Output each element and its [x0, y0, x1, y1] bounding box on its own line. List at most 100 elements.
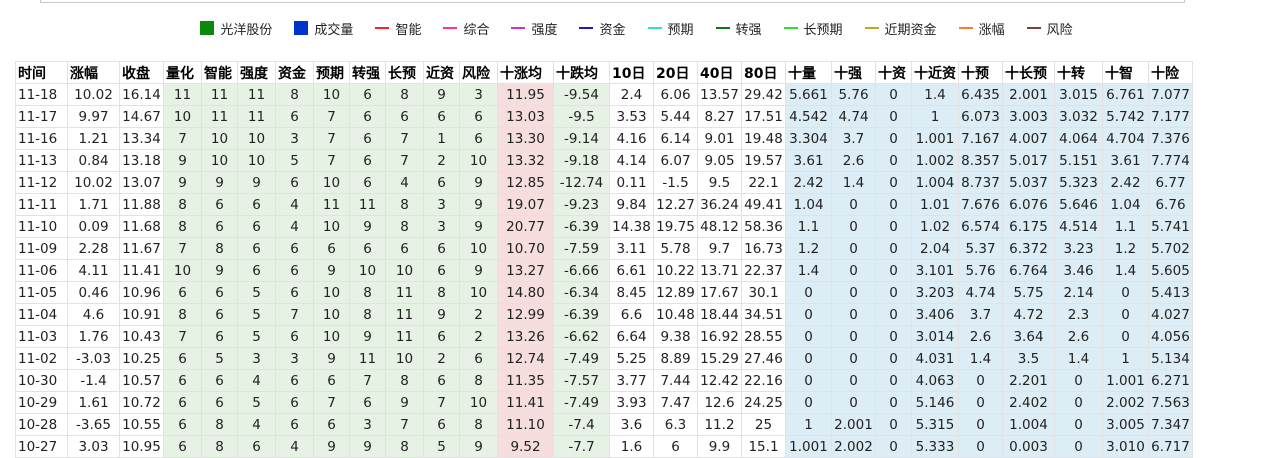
- table-cell: 12.85: [497, 171, 554, 194]
- legend-item[interactable]: 综合: [443, 18, 489, 38]
- table-cell: 29.42: [741, 83, 786, 106]
- table-cell: 1.4: [911, 83, 959, 106]
- column-header[interactable]: 十涨均: [497, 61, 554, 84]
- column-header[interactable]: 转强: [349, 61, 386, 84]
- column-header[interactable]: 40日: [697, 61, 742, 84]
- table-cell: 1.002: [911, 149, 959, 172]
- table-cell: 4.031: [911, 347, 959, 370]
- table-cell: 3.03: [67, 435, 120, 458]
- table-cell: 1.1: [785, 215, 832, 238]
- table-cell: 4.14: [609, 149, 654, 172]
- table-cell: 9: [201, 171, 238, 194]
- table-row: 11-09 2.28 11.67 7 8 6 6 6 6 6 6 10 10.70 -7.59 3.11 5.…: [15, 237, 1193, 260]
- table-cell: 7.347: [1148, 413, 1193, 436]
- table-cell: 0.11: [609, 171, 654, 194]
- table-cell: 9: [423, 83, 460, 106]
- column-header[interactable]: 十转: [1054, 61, 1103, 84]
- column-header[interactable]: 十量: [785, 61, 832, 84]
- column-header[interactable]: 十资: [875, 61, 912, 84]
- table-cell: 0: [831, 281, 876, 304]
- table-cell: 10.02: [67, 83, 120, 106]
- column-header[interactable]: 收盘: [119, 61, 164, 84]
- legend-item[interactable]: 转强: [715, 18, 762, 38]
- chart-legend: 光洋股份 成交量 智能 综合 强度 资金 预期 转强 长预期 近期资金 涨幅 风险: [0, 18, 1273, 38]
- column-header[interactable]: 80日: [741, 61, 786, 84]
- column-header[interactable]: 强度: [237, 61, 276, 84]
- legend-item[interactable]: 风险: [1026, 18, 1073, 38]
- table-cell: 5.151: [1054, 149, 1103, 172]
- legend-item[interactable]: 光洋股份: [200, 18, 272, 38]
- table-cell: 3.032: [1054, 105, 1103, 128]
- table-cell: 10.72: [119, 391, 164, 414]
- table-cell: 0: [875, 413, 912, 436]
- column-header[interactable]: 资金: [275, 61, 314, 84]
- legend-item[interactable]: 智能: [375, 18, 421, 38]
- legend-line-icon: [375, 27, 390, 29]
- table-cell: 0: [1054, 369, 1103, 392]
- column-header[interactable]: 涨幅: [67, 61, 120, 84]
- table-cell: 3.203: [911, 281, 959, 304]
- table-cell: 7: [163, 237, 202, 260]
- table-row: 11-16 1.21 13.34 7 10 10 3 7 6 7 1 6 13.30 -9.14 4.16 6…: [15, 127, 1193, 150]
- column-header[interactable]: 风险: [459, 61, 498, 84]
- table-cell: 3.23: [1054, 237, 1103, 260]
- table-cell: 5.702: [1148, 237, 1193, 260]
- table-cell: 1: [1102, 347, 1149, 370]
- column-header[interactable]: 近资: [423, 61, 460, 84]
- table-cell: 4: [237, 413, 276, 436]
- legend-item[interactable]: 成交量: [294, 18, 353, 38]
- legend-item[interactable]: 预期: [647, 18, 694, 38]
- column-header[interactable]: 十智: [1102, 61, 1149, 84]
- table-row: 11-02 -3.03 10.25 6 5 3 3 9 11 10 2 6 12.74 -7.49 5.25…: [15, 347, 1193, 370]
- table-cell: 10.70: [497, 237, 554, 260]
- table-cell: -9.54: [553, 83, 610, 106]
- column-header[interactable]: 智能: [201, 61, 238, 84]
- legend-item[interactable]: 强度: [511, 18, 557, 38]
- column-header[interactable]: 10日: [609, 61, 654, 84]
- table-cell: 10.22: [653, 259, 698, 282]
- table-cell: 13.30: [497, 127, 554, 150]
- table-cell: 9: [459, 259, 498, 282]
- table-cell: 6: [163, 369, 202, 392]
- table-cell: 11-09: [15, 237, 68, 260]
- column-header[interactable]: 量化: [163, 61, 202, 84]
- column-header[interactable]: 预期: [313, 61, 350, 84]
- table-cell: 0: [1102, 325, 1149, 348]
- legend-item[interactable]: 长预期: [783, 18, 843, 38]
- table-cell: 1.4: [958, 347, 1003, 370]
- table-cell: 0: [875, 303, 912, 326]
- table-row: 11-17 9.97 14.67 10 11 11 6 7 6 6 6 6 13.03 -9.5 3.53 5…: [15, 105, 1193, 128]
- table-cell: 10: [459, 149, 498, 172]
- column-header[interactable]: 十近资: [911, 61, 959, 84]
- table-cell: 6: [201, 369, 238, 392]
- table-cell: 5: [237, 281, 276, 304]
- column-header[interactable]: 十强: [831, 61, 876, 84]
- table-cell: 12.6: [697, 391, 742, 414]
- column-header[interactable]: 时间: [15, 61, 68, 84]
- column-header[interactable]: 十险: [1148, 61, 1193, 84]
- table-cell: 0: [831, 325, 876, 348]
- legend-item[interactable]: 近期资金: [864, 18, 937, 38]
- column-header[interactable]: 长预: [385, 61, 424, 84]
- column-header[interactable]: 20日: [653, 61, 698, 84]
- table-cell: 11-04: [15, 303, 68, 326]
- legend-line-icon: [958, 27, 973, 29]
- column-header[interactable]: 十预: [958, 61, 1003, 84]
- table-cell: 9: [201, 259, 238, 282]
- table-cell: 4.11: [67, 259, 120, 282]
- table-cell: 8: [385, 369, 424, 392]
- table-cell: 10: [349, 259, 386, 282]
- legend-item[interactable]: 涨幅: [958, 18, 1005, 38]
- column-header[interactable]: 十长预: [1002, 61, 1055, 84]
- column-header[interactable]: 十跌均: [553, 61, 610, 84]
- table-cell: 2: [459, 325, 498, 348]
- table-cell: 0: [785, 303, 832, 326]
- table-cell: 3.304: [785, 127, 832, 150]
- legend-label: 资金: [599, 22, 626, 38]
- table-cell: 28.55: [741, 325, 786, 348]
- table-cell: 3.11: [609, 237, 654, 260]
- legend-item[interactable]: 资金: [579, 18, 626, 38]
- table-cell: 2.6: [958, 325, 1003, 348]
- table-cell: 22.1: [741, 171, 786, 194]
- table-cell: 8: [163, 303, 202, 326]
